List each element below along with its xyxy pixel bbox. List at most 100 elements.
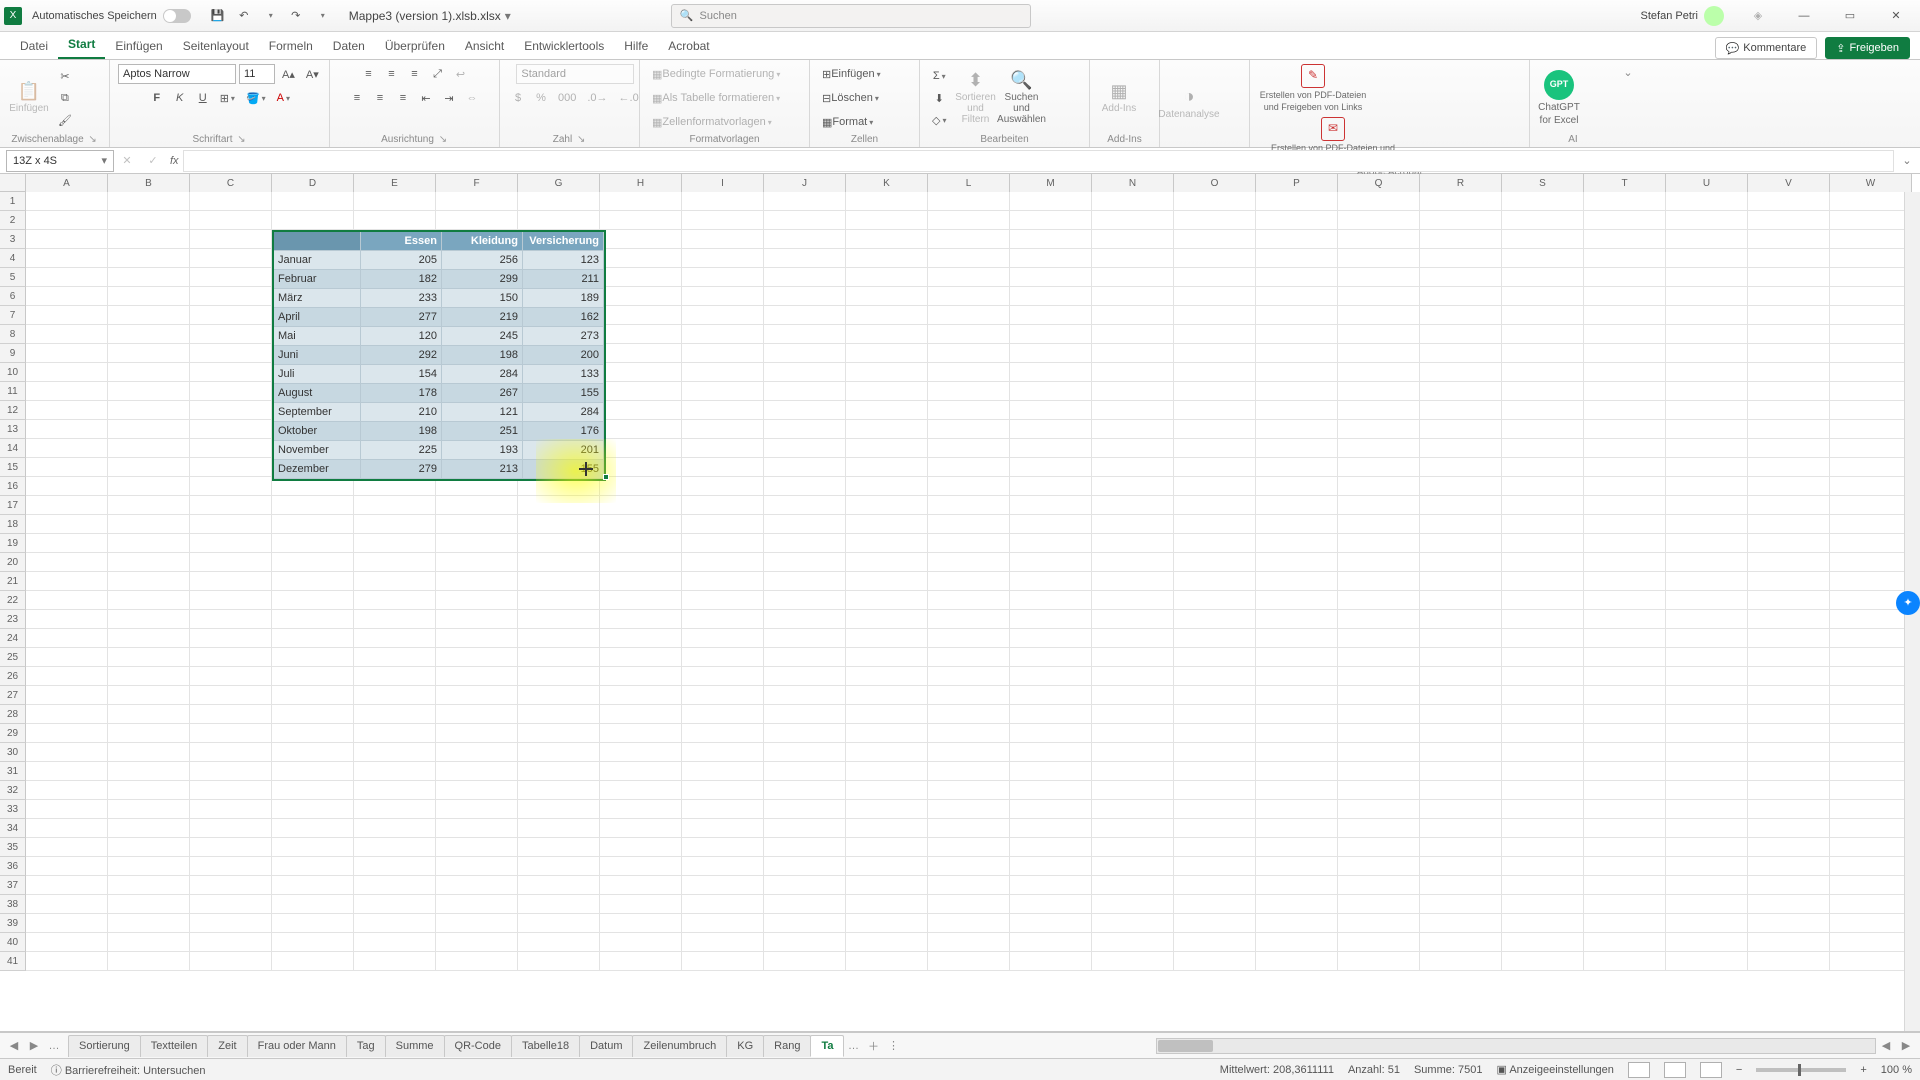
cell[interactable] (108, 743, 190, 762)
cell[interactable] (928, 192, 1010, 211)
cell[interactable] (600, 705, 682, 724)
cell[interactable] (436, 667, 518, 686)
cell[interactable] (1420, 762, 1502, 781)
column-header[interactable]: T (1584, 174, 1666, 192)
cell[interactable] (1830, 382, 1912, 401)
cell[interactable] (928, 230, 1010, 249)
cell[interactable] (1010, 572, 1092, 591)
cell[interactable] (1338, 819, 1420, 838)
cell[interactable] (1748, 648, 1830, 667)
cell[interactable] (1092, 268, 1174, 287)
data-analysis-button[interactable]: ◑Datenanalyse (1168, 76, 1210, 132)
cell[interactable] (1666, 952, 1748, 971)
cell[interactable] (1256, 496, 1338, 515)
cell[interactable] (1174, 363, 1256, 382)
cell[interactable] (1338, 686, 1420, 705)
cell[interactable] (1010, 724, 1092, 743)
cell[interactable] (600, 838, 682, 857)
cell[interactable] (1420, 591, 1502, 610)
cell[interactable] (764, 249, 846, 268)
copilot-side-icon[interactable]: ✦ (1896, 591, 1920, 615)
cell[interactable] (1256, 363, 1338, 382)
cell[interactable] (1092, 325, 1174, 344)
cell[interactable] (1092, 648, 1174, 667)
scroll-left[interactable]: ◀ (1876, 1036, 1896, 1056)
cell[interactable] (1830, 192, 1912, 211)
table-cell[interactable]: August (274, 384, 361, 403)
cell[interactable] (846, 914, 928, 933)
cell[interactable] (108, 192, 190, 211)
cell[interactable] (764, 344, 846, 363)
cell[interactable] (600, 724, 682, 743)
cell[interactable] (108, 553, 190, 572)
cell[interactable] (518, 952, 600, 971)
cell[interactable] (1584, 838, 1666, 857)
cell[interactable] (600, 287, 682, 306)
cell[interactable] (1420, 857, 1502, 876)
cell[interactable] (846, 876, 928, 895)
row-header[interactable]: 31 (0, 762, 26, 781)
font-name-combo[interactable]: Aptos Narrow (118, 64, 236, 84)
cell[interactable] (1092, 211, 1174, 230)
row-header[interactable]: 1 (0, 192, 26, 211)
cell[interactable] (764, 439, 846, 458)
cell[interactable] (1584, 344, 1666, 363)
cell[interactable] (1502, 458, 1584, 477)
cell[interactable] (846, 287, 928, 306)
cell[interactable] (1584, 762, 1666, 781)
cell[interactable] (190, 743, 272, 762)
cell[interactable] (1748, 952, 1830, 971)
cell[interactable] (108, 876, 190, 895)
cell[interactable] (600, 819, 682, 838)
cell[interactable] (1174, 705, 1256, 724)
cell[interactable] (764, 477, 846, 496)
cell[interactable] (1010, 648, 1092, 667)
align-right-icon[interactable]: ≡ (393, 88, 413, 108)
cell[interactable] (26, 952, 108, 971)
ribbon-tab-überprüfen[interactable]: Überprüfen (375, 34, 455, 59)
decrease-font-icon[interactable]: A▾ (302, 64, 323, 84)
row-header[interactable]: 16 (0, 477, 26, 496)
align-middle-icon[interactable]: ≡ (382, 64, 402, 84)
account-button[interactable]: Stefan Petri (1633, 6, 1732, 26)
cell[interactable] (928, 895, 1010, 914)
cell[interactable] (1502, 629, 1584, 648)
name-box[interactable]: 13Z x 4S▾ (6, 150, 114, 172)
cell[interactable] (682, 534, 764, 553)
cell[interactable] (1092, 667, 1174, 686)
cell[interactable] (764, 230, 846, 249)
cell[interactable] (764, 420, 846, 439)
cell[interactable] (1748, 800, 1830, 819)
cell[interactable] (764, 458, 846, 477)
cell[interactable] (846, 705, 928, 724)
ribbon-tab-acrobat[interactable]: Acrobat (658, 34, 719, 59)
cell[interactable] (764, 572, 846, 591)
cell[interactable] (1502, 724, 1584, 743)
row-header[interactable]: 37 (0, 876, 26, 895)
cell[interactable] (846, 192, 928, 211)
table-cell[interactable]: 292 (361, 346, 442, 365)
cell[interactable] (1584, 477, 1666, 496)
cell[interactable] (600, 686, 682, 705)
cell[interactable] (1420, 705, 1502, 724)
cell[interactable] (1666, 819, 1748, 838)
column-header[interactable]: O (1174, 174, 1256, 192)
cell[interactable] (1830, 515, 1912, 534)
cell[interactable] (190, 819, 272, 838)
cell[interactable] (518, 211, 600, 230)
cell[interactable] (1748, 382, 1830, 401)
cell[interactable] (764, 553, 846, 572)
autosave-toggle[interactable] (163, 9, 191, 23)
cell[interactable] (354, 515, 436, 534)
cell[interactable] (1748, 629, 1830, 648)
cell[interactable] (1256, 420, 1338, 439)
table-cell[interactable]: 213 (442, 460, 523, 479)
cell[interactable] (1420, 230, 1502, 249)
cell[interactable] (1092, 344, 1174, 363)
cell[interactable] (1338, 439, 1420, 458)
cell[interactable] (1174, 230, 1256, 249)
cell[interactable] (846, 724, 928, 743)
column-header[interactable]: E (354, 174, 436, 192)
cell[interactable] (1584, 192, 1666, 211)
cell[interactable] (846, 230, 928, 249)
